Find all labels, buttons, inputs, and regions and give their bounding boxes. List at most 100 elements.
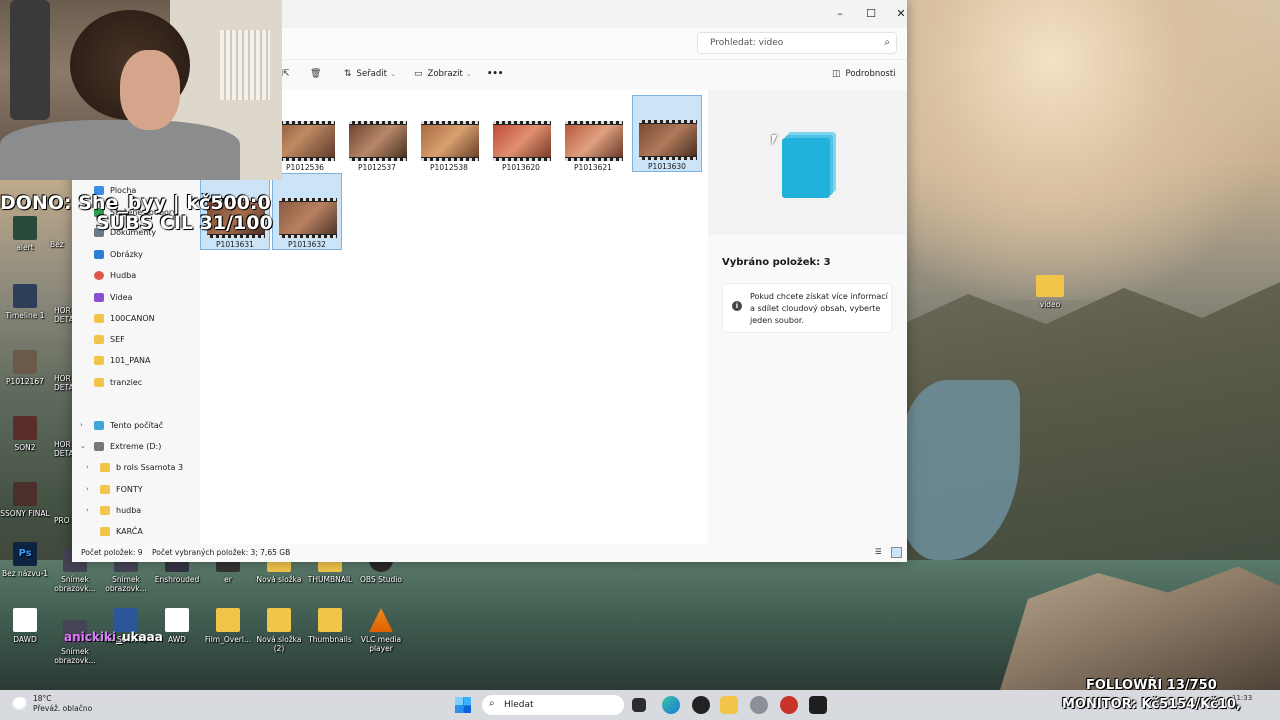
nav-item-this-pc[interactable]: › Tento počítač (80, 415, 163, 435)
file-item-selected[interactable]: P1013632 (272, 173, 342, 250)
folder-icon (100, 526, 110, 536)
folder-icon (318, 608, 342, 632)
folder-icon (267, 608, 291, 632)
sort-icon: ⇅ (344, 69, 352, 79)
nav-item-folder[interactable]: › hudba (86, 500, 141, 520)
desktop-icon-nova-slozka-2[interactable]: Nová složka (2) (254, 608, 304, 653)
computer-icon (94, 420, 104, 430)
desktop-icon-video[interactable]: video (1025, 275, 1075, 309)
app-icon[interactable] (809, 696, 827, 714)
desktop-icon-dawd[interactable]: DAWD (0, 608, 50, 644)
file-explorer-icon[interactable] (720, 696, 738, 714)
pictures-icon (94, 249, 104, 259)
image-file-icon (13, 350, 37, 374)
selection-count: Vybráno položek: 3 (722, 257, 831, 268)
desktop-icon-partial[interactable]: HOR DETA (54, 440, 74, 458)
start-button[interactable] (455, 697, 471, 713)
desktop-icon-partial[interactable]: HOR DETA (54, 306, 74, 324)
settings-icon[interactable] (750, 696, 768, 714)
desktop-icon-partial[interactable]: PRO (54, 516, 72, 525)
nav-item-music[interactable]: Hudba (94, 265, 136, 285)
video-thumbnail (279, 198, 337, 238)
command-bar: ⇱ 🗑 ⇅ Seřadit ⌄ ▭ Zobrazit ⌄ ••• ◫ Podrobnost… (282, 62, 907, 90)
desktop-icon-thumbnails[interactable]: Thumbnails (305, 608, 355, 644)
nav-item-drive-d[interactable]: ⌄ Extreme (D:) (80, 436, 161, 456)
minimize-button[interactable]: – (825, 4, 855, 24)
chevron-right-icon: › (86, 485, 89, 493)
desktop-icon-timeline[interactable]: Timeline 1 (0, 284, 50, 320)
video-icon (94, 292, 104, 302)
multiple-files-icon (782, 138, 830, 198)
chat-username: anickiki (64, 630, 117, 644)
video-file-icon (13, 284, 37, 308)
obs-icon[interactable] (692, 696, 710, 714)
word-document-icon (114, 608, 138, 632)
folder-icon (216, 608, 240, 632)
chevron-down-icon: ⌄ (389, 70, 396, 78)
edge-icon[interactable] (662, 696, 680, 714)
close-button[interactable]: ✕ (886, 4, 916, 24)
chevron-down-icon: ⌄ (465, 70, 472, 78)
video-thumbnail (421, 121, 479, 161)
nav-item-folder[interactable]: › b rols Ssamota 3 (86, 457, 183, 477)
nav-item-101-pana[interactable]: 101_PANA (94, 350, 151, 370)
file-item-selected[interactable]: P1013630 (632, 95, 702, 172)
item-count: Počet položek: 9 (81, 548, 143, 557)
chevron-right-icon: › (80, 421, 83, 429)
nav-item-sef[interactable]: SEF (94, 329, 125, 349)
video-thumbnail (639, 120, 697, 160)
video-thumbnail (493, 121, 551, 161)
more-options-button[interactable]: ••• (487, 69, 503, 79)
delete-button[interactable]: 🗑 (310, 69, 326, 79)
chevron-down-icon: ⌄ (80, 442, 86, 450)
folder-icon (100, 462, 110, 472)
share-button[interactable]: ⇱ (282, 69, 295, 79)
nav-item-videos[interactable]: Videa (94, 287, 132, 307)
maximize-button[interactable]: ☐ (856, 4, 886, 24)
view-button[interactable]: ▭ Zobrazit ⌄ (414, 69, 472, 79)
headphones-icon[interactable] (780, 696, 798, 714)
weather-widget[interactable]: 18°C Převáž. oblačno (33, 694, 92, 714)
trash-icon: 🗑 (310, 69, 322, 79)
desktop-icon-son2[interactable]: SON2 (0, 416, 50, 452)
image-file-icon (13, 482, 37, 506)
nav-item-pictures[interactable]: Obrázky (94, 244, 143, 264)
folder-icon (94, 355, 104, 365)
details-view-button[interactable]: ☰ (875, 547, 886, 558)
info-card: i Pokud chcete získat více informací a s… (722, 283, 892, 333)
desktop-icon-film-overlay[interactable]: Film_Overl... (203, 608, 253, 644)
nav-item-folder[interactable]: KARČA (86, 521, 143, 541)
file-item[interactable]: P1013620 (486, 96, 556, 173)
nav-item-tranziec[interactable]: tranziec (94, 372, 142, 392)
desktop-icon-alert[interactable]: alert (0, 216, 50, 252)
chat-overlay: anickiki_ukaaa (64, 630, 163, 644)
desktop-icon-ssony-final[interactable]: SSONY FINAL (0, 482, 50, 518)
photoshop-icon: Ps (13, 542, 37, 566)
desktop-icon-partial[interactable]: Bez (50, 240, 72, 249)
details-pane-icon: ◫ (832, 69, 841, 79)
search-input[interactable]: Prohledat: video ⌕ (697, 32, 897, 54)
details-preview (708, 90, 907, 235)
folder-icon (100, 505, 110, 515)
file-item[interactable]: P1012538 (414, 96, 484, 173)
donation-overlay: DONO: She_byy | kč500:0 (0, 192, 271, 214)
taskbar-search[interactable]: ⌕ Hledat (481, 694, 625, 716)
nav-item-folder[interactable]: › FONTY (86, 479, 143, 499)
desktop-icon-bez-nazvu[interactable]: Ps Bez názvu-1 (0, 542, 50, 578)
chat-message: _ukaaa (116, 630, 163, 644)
desktop-icon-vlc[interactable]: VLC media player (356, 608, 406, 653)
tiles-view-button[interactable] (891, 547, 902, 558)
selected-count: Počet vybraných položek: 3; 7,65 GB (152, 548, 291, 557)
desktop-icon-p1012167[interactable]: P1012167 (0, 350, 50, 386)
desktop-icon-partial[interactable]: HOR DETA (54, 374, 74, 392)
share-icon: ⇱ (282, 69, 290, 79)
task-view-icon[interactable] (632, 698, 646, 712)
file-item[interactable]: P1013621 (558, 96, 628, 173)
folder-icon (94, 313, 104, 323)
sort-button[interactable]: ⇅ Seřadit ⌄ (344, 69, 396, 79)
chevron-right-icon: › (86, 506, 89, 514)
file-item[interactable]: P1012537 (342, 96, 412, 173)
nav-item-100canon[interactable]: 100CANON (94, 308, 155, 328)
details-pane-button[interactable]: ◫ Podrobnosti (832, 69, 896, 79)
streamer-face (120, 50, 180, 130)
